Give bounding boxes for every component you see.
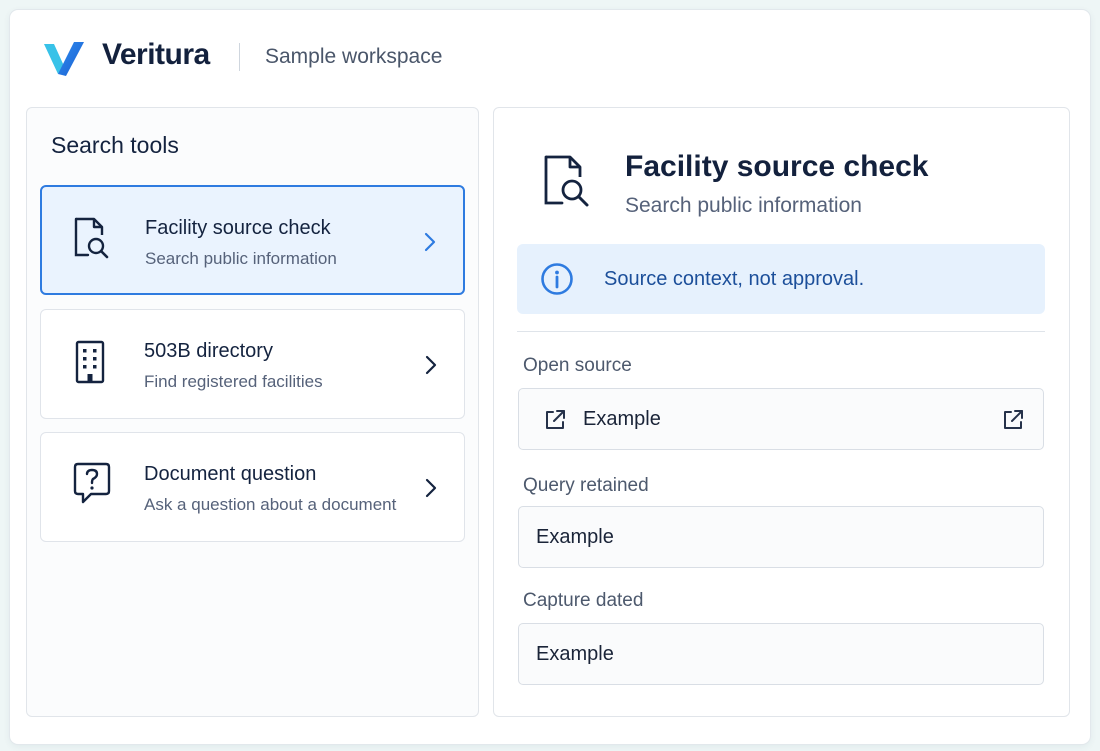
notice-message: Source context, not approval.: [604, 268, 865, 290]
open-source-field[interactable]: Example: [518, 388, 1044, 450]
query-retained-field[interactable]: Example: [518, 506, 1044, 568]
external-link-icon[interactable]: [1001, 408, 1025, 432]
open-source-label: Open source: [523, 355, 632, 376]
tool-subtitle: Ask a question about a document: [144, 495, 397, 514]
info-notice: Source context, not approval.: [517, 244, 1045, 314]
tool-title: Facility source check: [145, 217, 331, 239]
detail-subtitle: Search public information: [625, 194, 862, 217]
chevron-right-icon: [425, 478, 437, 498]
search-tools-panel: Search tools Facility source check Searc…: [26, 107, 479, 717]
info-icon: [541, 263, 573, 295]
chevron-right-icon: [425, 355, 437, 375]
veritura-logo-icon: [44, 42, 84, 76]
open-source-value: Example: [583, 408, 661, 430]
capture-dated-field[interactable]: Example: [518, 623, 1044, 685]
tool-title: 503B directory: [144, 340, 273, 362]
section-divider: [517, 331, 1045, 332]
query-retained-value: Example: [536, 526, 614, 548]
document-search-icon: [74, 217, 109, 259]
tool-document-question[interactable]: Document question Ask a question about a…: [40, 432, 465, 542]
capture-dated-label: Capture dated: [523, 590, 644, 611]
top-bar: Veritura Sample workspace: [10, 10, 1090, 102]
external-link-icon: [546, 410, 565, 429]
tool-subtitle: Search public information: [145, 249, 337, 268]
capture-dated-value: Example: [536, 643, 614, 665]
tool-subtitle: Find registered facilities: [144, 372, 323, 391]
tool-title: Document question: [144, 463, 317, 485]
tool-503b-directory[interactable]: 503B directory Find registered facilitie…: [40, 309, 465, 419]
query-retained-label: Query retained: [523, 475, 649, 496]
brand-name: Veritura: [102, 38, 210, 71]
header-divider: [239, 43, 240, 71]
question-bubble-icon: [73, 462, 111, 504]
tool-detail-panel: Facility source check Search public info…: [493, 107, 1070, 717]
detail-title: Facility source check: [625, 150, 929, 183]
tool-facility-source-check[interactable]: Facility source check Search public info…: [40, 185, 465, 295]
workspace-name[interactable]: Sample workspace: [265, 45, 442, 69]
app-window: Veritura Sample workspace Search tools F…: [10, 10, 1090, 744]
panel-title: Search tools: [51, 132, 179, 158]
chevron-right-icon: [424, 232, 436, 252]
building-icon: [75, 340, 105, 384]
document-search-icon: [544, 155, 589, 207]
